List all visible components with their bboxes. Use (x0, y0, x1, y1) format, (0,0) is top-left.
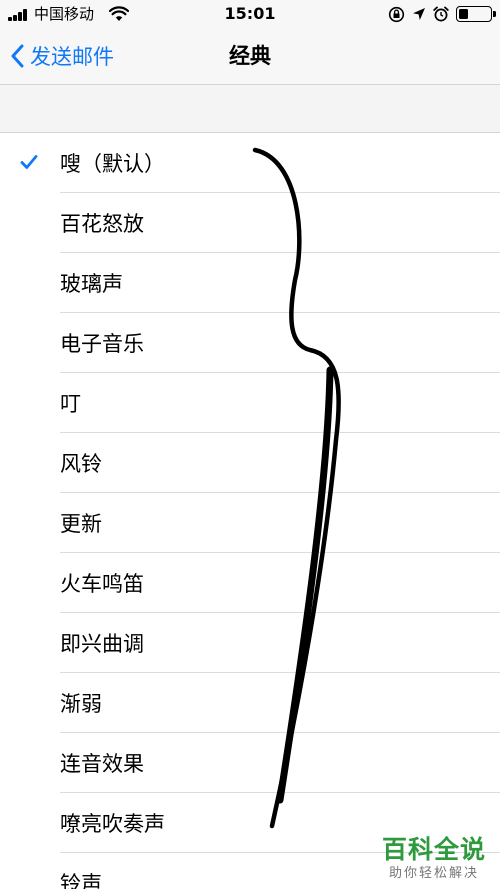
sound-option-label: 百花怒放 (60, 212, 144, 236)
sound-option[interactable]: 更新 (0, 493, 500, 553)
sound-option[interactable]: 叮 (0, 373, 500, 433)
sound-option-label: 更新 (60, 512, 102, 536)
sound-option-label: 叮 (60, 392, 81, 416)
sound-option[interactable]: 即兴曲调 (0, 613, 500, 673)
sound-option-label: 铃声 (60, 872, 102, 889)
sound-option-label: 嘹亮吹奏声 (60, 812, 165, 836)
battery-icon (456, 6, 496, 22)
sound-option[interactable]: 玻璃声 (0, 253, 500, 313)
sound-option[interactable]: 风铃 (0, 433, 500, 493)
sound-option-label: 电子音乐 (60, 332, 144, 356)
sound-option[interactable]: 连音效果 (0, 733, 500, 793)
sound-option-label: 风铃 (60, 452, 102, 476)
sound-option-label: 嗖（默认） (60, 152, 165, 176)
sound-option-label: 火车鸣笛 (60, 572, 144, 596)
sound-option[interactable]: 嗖（默认） (0, 133, 500, 193)
navigation-bar: 发送邮件 经典 (0, 28, 500, 85)
sound-option-label: 连音效果 (60, 752, 144, 776)
location-arrow-icon (413, 8, 425, 20)
sound-list: 嗖（默认） 百花怒放玻璃声电子音乐叮风铃更新火车鸣笛即兴曲调渐弱连音效果嘹亮吹奏声… (0, 132, 500, 889)
watermark-subtitle: 助你轻松解决 (388, 866, 479, 881)
battery-level-fill (459, 9, 468, 19)
sound-option-label: 玻璃声 (60, 272, 123, 296)
sound-option[interactable]: 电子音乐 (0, 313, 500, 373)
page-title: 经典 (229, 44, 271, 68)
checkmark-icon (20, 155, 38, 169)
sound-option-label: 即兴曲调 (60, 632, 144, 656)
watermark-title: 百科全说 (381, 835, 486, 864)
sound-option[interactable]: 火车鸣笛 (0, 553, 500, 613)
sound-option-label: 渐弱 (60, 692, 102, 716)
status-bar: 中国移动 15:01 (0, 0, 500, 28)
location-lock-icon (388, 6, 405, 22)
sound-option[interactable]: 百花怒放 (0, 193, 500, 253)
status-indicators (388, 5, 496, 23)
watermark: 百科全说 助你轻松解决 (382, 835, 486, 883)
alarm-icon (433, 6, 449, 22)
sound-option[interactable]: 渐弱 (0, 673, 500, 733)
